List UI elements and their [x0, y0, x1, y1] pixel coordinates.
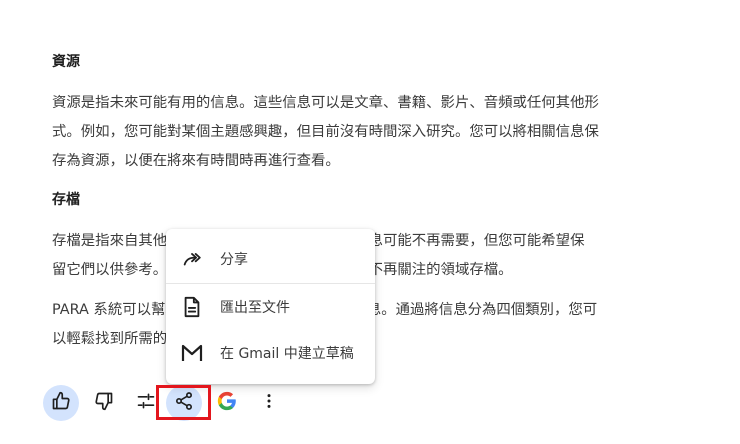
share-menu: 分享 匯出至文件 在 Gmail 中建立草稿	[166, 229, 375, 384]
gmail-icon	[180, 341, 204, 365]
section-heading-resources: 資源	[52, 54, 80, 70]
share-arrow-icon	[180, 247, 204, 271]
menu-item-share[interactable]: 分享	[166, 236, 375, 282]
thumbs-up-button[interactable]	[43, 385, 79, 421]
share-icon	[174, 391, 194, 415]
document-icon	[180, 295, 204, 319]
menu-item-gmail-draft[interactable]: 在 Gmail 中建立草稿	[166, 330, 375, 376]
thumbs-down-button[interactable]	[86, 385, 122, 421]
section-paragraph-resources: 資源是指未來可能有用的信息。這些信息可以是文章、書籍、影片、音頻或任何其他形 式…	[52, 89, 652, 176]
modify-response-button[interactable]	[128, 385, 164, 421]
thumbs-down-icon	[94, 391, 114, 415]
more-vert-icon	[259, 391, 279, 415]
menu-item-label: 匯出至文件	[220, 300, 290, 316]
paragraph-line: 式。例如，您可能對某個主題感興趣，但目前沒有時間深入研究。您可以將相關信息保	[52, 124, 599, 140]
share-button[interactable]	[166, 385, 202, 421]
paragraph-line: 資源是指未來可能有用的信息。這些信息可以是文章、書籍、影片、音頻或任何其他形	[52, 95, 599, 111]
google-search-button[interactable]	[209, 385, 245, 421]
section-heading-archive: 存檔	[52, 192, 80, 208]
more-options-button[interactable]	[251, 385, 287, 421]
google-icon	[216, 390, 238, 416]
menu-item-label: 分享	[220, 252, 248, 268]
menu-item-label: 在 Gmail 中建立草稿	[220, 346, 354, 362]
paragraph-line: 存為資源，以便在將來有時間時再進行查看。	[52, 153, 340, 169]
tune-icon	[136, 391, 156, 415]
thumbs-up-icon	[51, 391, 71, 415]
menu-item-export-docs[interactable]: 匯出至文件	[166, 284, 375, 330]
